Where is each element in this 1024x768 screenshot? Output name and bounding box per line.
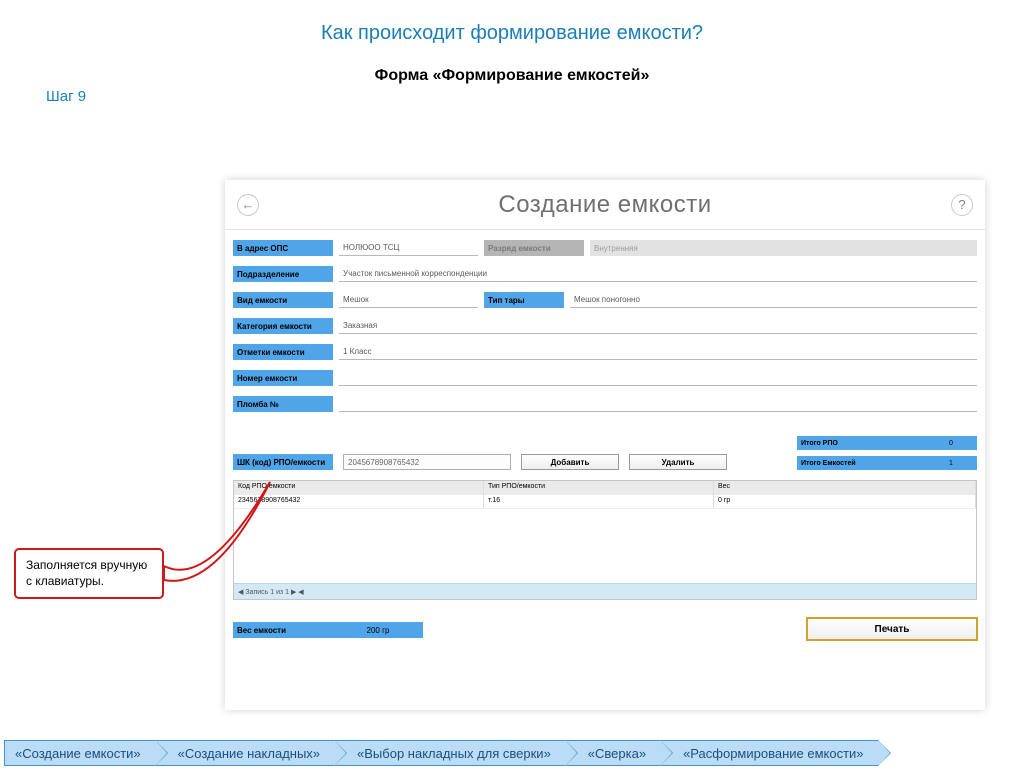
crumb-create-waybills[interactable]: «Создание накладных» <box>155 740 335 766</box>
row-dept: Подразделение Участок письменной корресп… <box>233 266 977 282</box>
address-label: В адрес ОПС <box>233 240 333 256</box>
help-icon[interactable]: ? <box>951 194 973 216</box>
table-row[interactable]: 2345678908765432 т.16 0 гр <box>234 495 976 509</box>
seal-label: Пломба № <box>233 396 333 412</box>
row-kind: Вид емкости Мешок Тип тары Мешок поногон… <box>233 292 977 308</box>
weight-value: 200 гр <box>333 622 423 638</box>
marks-value[interactable]: 1 Класс <box>339 344 977 360</box>
totals-containers-value: 1 <box>925 456 977 470</box>
address-value[interactable]: НОЛЮОО ТСЦ <box>339 240 478 256</box>
totals-containers: Итого Емкостей 1 <box>797 456 977 470</box>
totals-rpo: Итого РПО 0 <box>797 436 977 450</box>
totals-containers-label: Итого Емкостей <box>797 456 925 470</box>
dept-value[interactable]: Участок письменной корреспонденции <box>339 266 977 282</box>
seal-value[interactable] <box>339 396 977 412</box>
callout-annotation: Заполняется вручную с клавиатуры. <box>14 548 164 599</box>
app-window: ← Создание емкости ? В адрес ОПС НОЛЮОО … <box>225 180 985 710</box>
data-grid: Код РПО/емкости Тип РПО/емкости Вес 2345… <box>233 480 977 600</box>
kind-label: Вид емкости <box>233 292 333 308</box>
crumb-disband[interactable]: «Расформирование емкости» <box>660 740 878 766</box>
delete-button[interactable]: Удалить <box>629 454 727 470</box>
kind-value[interactable]: Мешок <box>339 292 478 308</box>
step-label: Шаг 9 <box>46 88 86 105</box>
rank-label: Разряд емкости <box>484 240 584 256</box>
barcode-label: ШК (код) РПО/емкости <box>233 454 333 470</box>
totals-rpo-label: Итого РПО <box>797 436 925 450</box>
totals-rpo-value: 0 <box>925 436 977 450</box>
totals-block: Итого РПО 0 Итого Емкостей 1 <box>797 436 977 476</box>
rank-value: Внутренняя <box>590 240 977 256</box>
print-button[interactable]: Печать <box>807 618 977 640</box>
form-area: В адрес ОПС НОЛЮОО ТСЦ Разряд емкости Вн… <box>225 230 985 428</box>
grid-footer-nav[interactable]: ◀ Запись 1 из 1 ▶ ◀ <box>234 583 976 599</box>
marks-label: Отметки емкости <box>233 344 333 360</box>
grid-header: Код РПО/емкости Тип РПО/емкости Вес <box>234 481 976 495</box>
cell-code: 2345678908765432 <box>234 495 484 508</box>
crumb-reconcile[interactable]: «Сверка» <box>565 740 661 766</box>
breadcrumb: «Создание емкости» «Создание накладных» … <box>4 740 1020 766</box>
row-number: Номер емкости <box>233 370 977 386</box>
grid-col-type[interactable]: Тип РПО/емкости <box>484 481 714 495</box>
cell-weight: 0 гр <box>714 495 976 508</box>
barcode-row: ШК (код) РПО/емкости 2045678908765432 До… <box>233 454 763 470</box>
row-address: В адрес ОПС НОЛЮОО ТСЦ Разряд емкости Вн… <box>233 240 977 256</box>
app-header: ← Создание емкости ? <box>225 180 985 230</box>
crumb-create-container[interactable]: «Создание емкости» <box>4 740 156 766</box>
callout-tail <box>152 546 292 616</box>
row-seal: Пломба № <box>233 396 977 412</box>
page-title: Как происходит формирование емкости? <box>0 0 1024 45</box>
page-subtitle: Форма «Формирование емкостей» <box>0 67 1024 85</box>
add-button[interactable]: Добавить <box>521 454 619 470</box>
number-value[interactable] <box>339 370 977 386</box>
category-value[interactable]: Заказная <box>339 318 977 334</box>
crumb-select-waybills[interactable]: «Выбор накладных для сверки» <box>334 740 566 766</box>
tare-label: Тип тары <box>484 292 564 308</box>
grid-col-weight[interactable]: Вес <box>714 481 976 495</box>
weight-row: Вес емкости 200 гр <box>233 622 423 638</box>
weight-label: Вес емкости <box>233 622 333 638</box>
row-marks: Отметки емкости 1 Класс <box>233 344 977 360</box>
cell-type: т.16 <box>484 495 714 508</box>
tare-value[interactable]: Мешок поногонно <box>570 292 977 308</box>
number-label: Номер емкости <box>233 370 333 386</box>
grid-col-code[interactable]: Код РПО/емкости <box>234 481 484 495</box>
dept-label: Подразделение <box>233 266 333 282</box>
row-category: Категория емкости Заказная <box>233 318 977 334</box>
barcode-input[interactable]: 2045678908765432 <box>343 454 511 470</box>
app-title: Создание емкости <box>259 191 951 219</box>
category-label: Категория емкости <box>233 318 333 334</box>
back-icon[interactable]: ← <box>237 194 259 216</box>
